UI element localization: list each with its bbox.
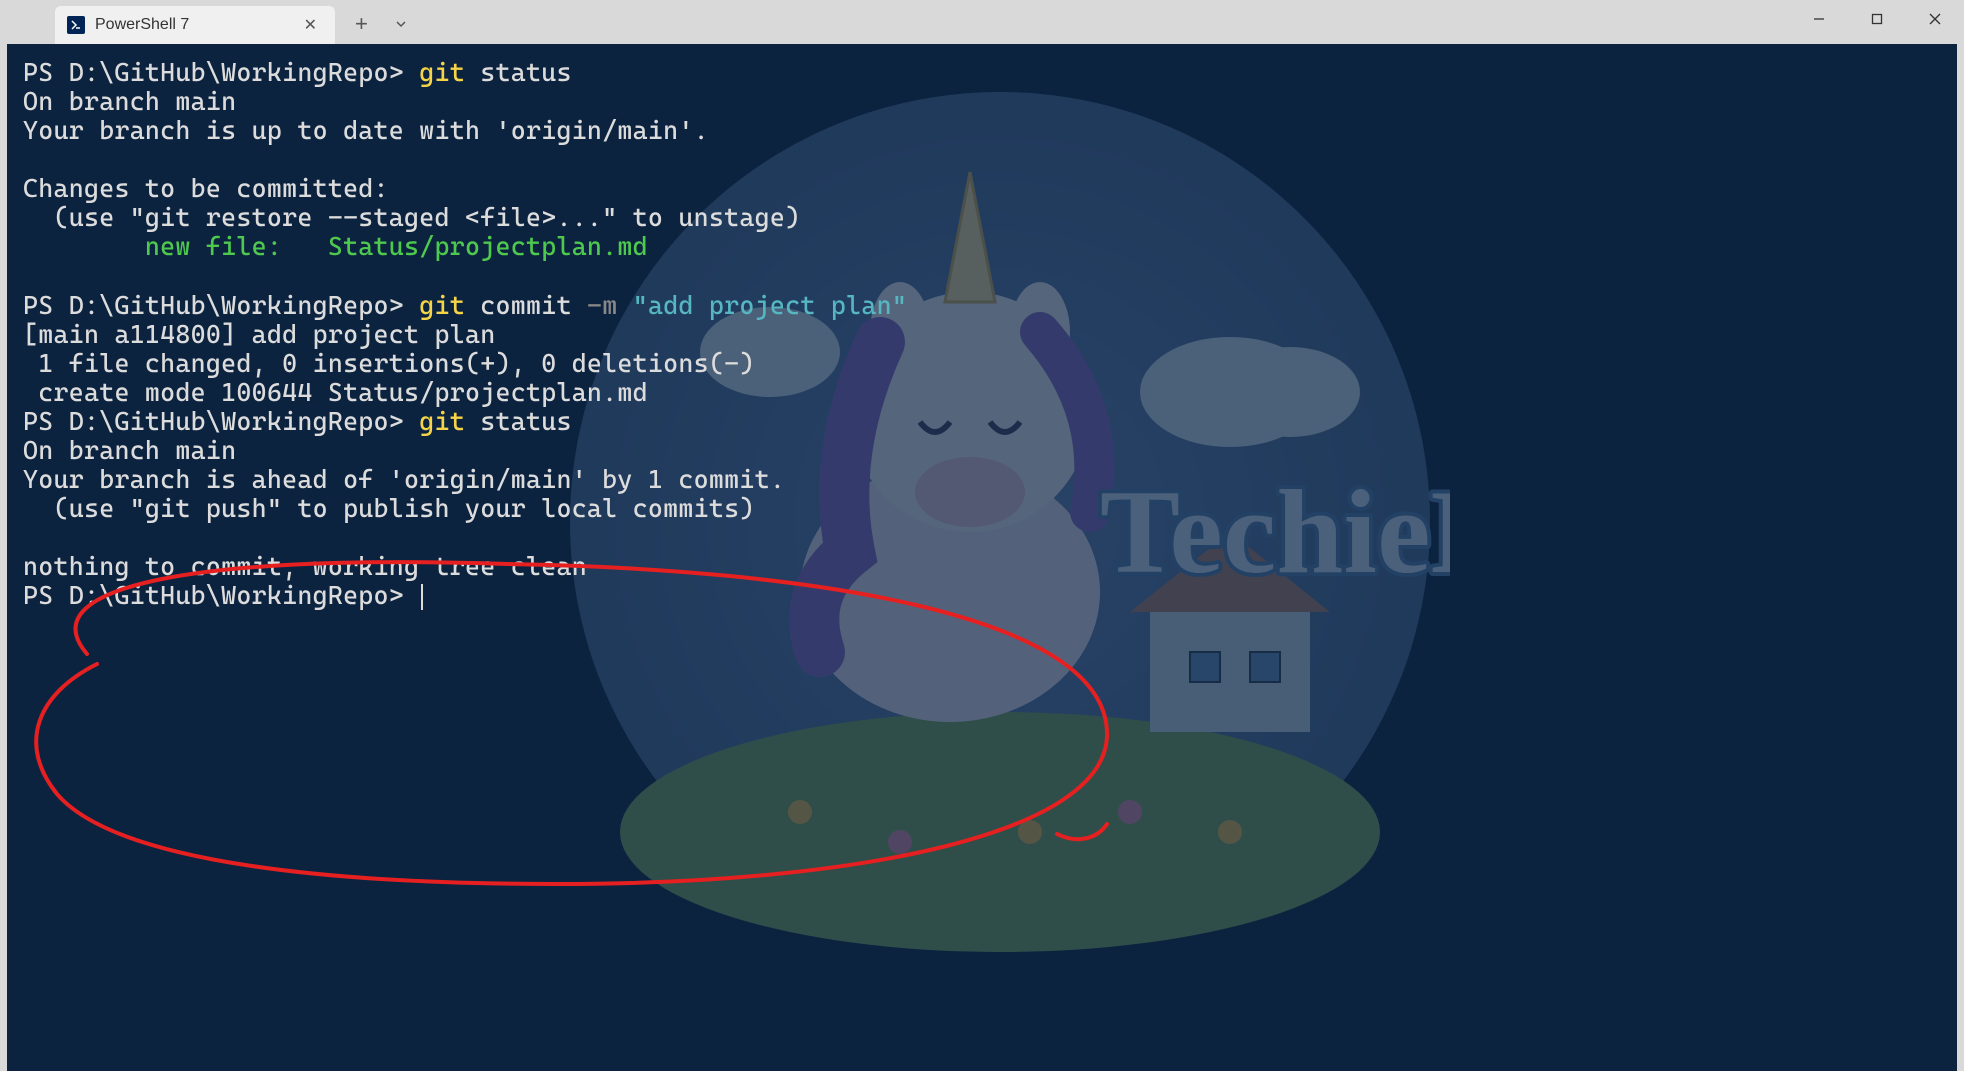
terminal-output: PS D:\GitHub\WorkingRepo> git status On … (23, 58, 1941, 610)
output-line: Your branch is up to date with 'origin/m… (23, 115, 709, 145)
output-line: create mode 100644 Status/projectplan.md (23, 377, 648, 407)
prompt: PS D:\GitHub\WorkingRepo> (23, 290, 404, 320)
prompt: PS D:\GitHub\WorkingRepo> (23, 406, 404, 436)
staged-file: new file: Status/projectplan.md (23, 231, 648, 261)
new-tab-button[interactable]: + (345, 11, 378, 37)
tab-dropdown-button[interactable] (384, 17, 418, 34)
cmd-git: git (419, 57, 465, 87)
output-line: [main a114800] add project plan (23, 319, 495, 349)
cmd-arg: status (465, 57, 572, 87)
title-bar: PowerShell 7 ✕ + (0, 0, 1964, 44)
close-button[interactable] (1906, 0, 1964, 38)
prompt: PS D:\GitHub\WorkingRepo> (23, 57, 404, 87)
output-line: On branch main (23, 86, 236, 116)
tab-close-button[interactable]: ✕ (298, 15, 323, 35)
output-line: Changes to be committed: (23, 173, 389, 203)
output-line: 1 file changed, 0 insertions(+), 0 delet… (23, 348, 755, 378)
output-line: On branch main (23, 435, 236, 465)
cmd-git: git (419, 406, 465, 436)
cmd-arg: commit (465, 290, 572, 320)
tab-title: PowerShell 7 (95, 16, 298, 34)
window-controls (1790, 0, 1964, 38)
powershell-icon (67, 16, 85, 34)
active-tab[interactable]: PowerShell 7 ✕ (55, 6, 335, 44)
prompt: PS D:\GitHub\WorkingRepo> (23, 580, 404, 610)
output-line: (use "git restore --staged <file>..." to… (23, 202, 800, 232)
output-line: Your branch is ahead of 'origin/main' by… (23, 464, 785, 494)
minimize-button[interactable] (1790, 0, 1848, 38)
cmd-git: git (419, 290, 465, 320)
output-line: nothing to commit, working tree clean (23, 551, 587, 581)
cmd-string: "add project plan" (617, 290, 907, 320)
cmd-arg: status (465, 406, 572, 436)
cmd-flag: -m (572, 290, 618, 320)
output-line: (use "git push" to publish your local co… (23, 493, 755, 523)
maximize-button[interactable] (1848, 0, 1906, 38)
terminal-body[interactable]: TechieLass PS D:\GitHub\WorkingRepo> git… (7, 44, 1957, 1071)
text-cursor (421, 584, 423, 610)
